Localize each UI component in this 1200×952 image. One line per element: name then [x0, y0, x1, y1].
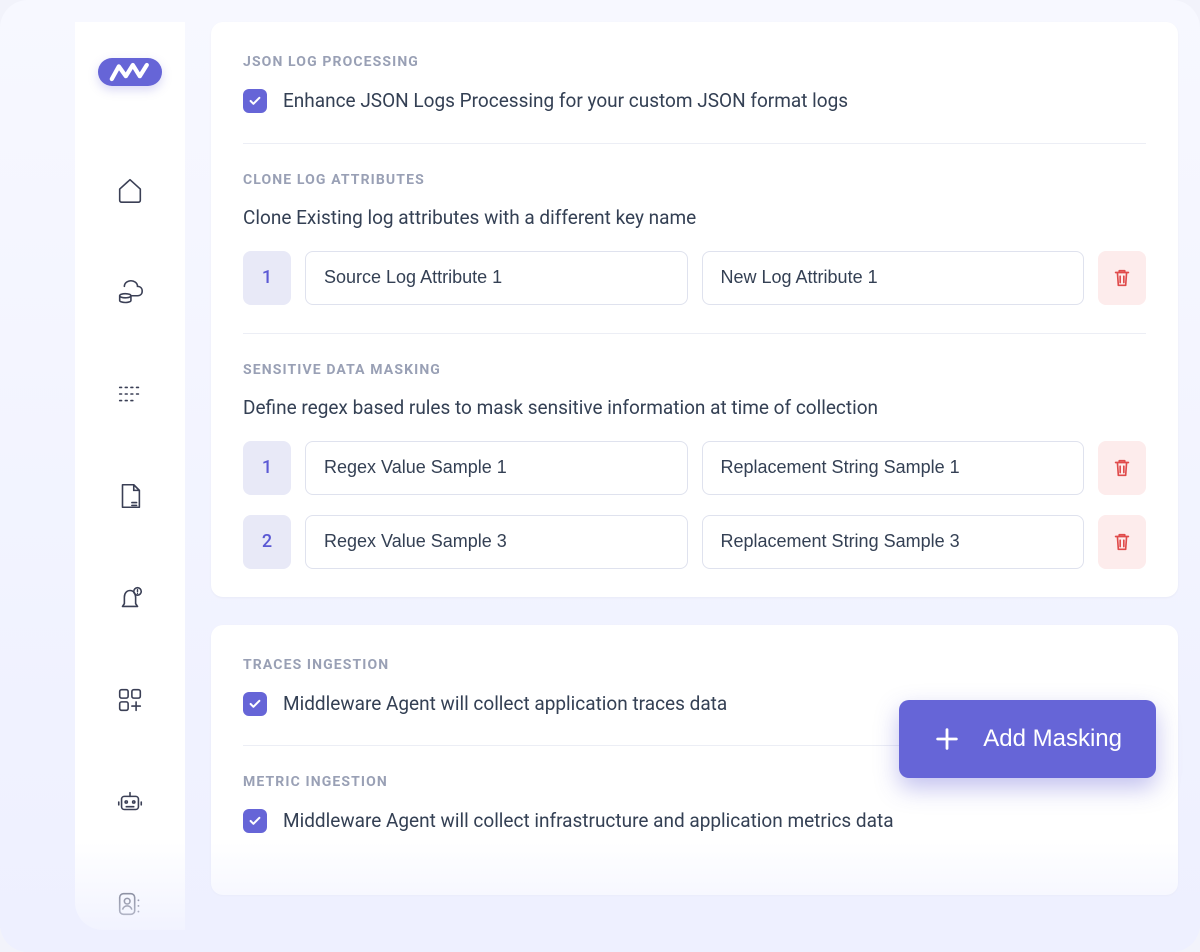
logo-icon	[109, 58, 151, 86]
trash-icon	[1111, 267, 1133, 289]
divider	[243, 333, 1146, 334]
traces-check-label: Middleware Agent will collect applicatio…	[283, 691, 727, 718]
clone-attrs-title: CLONE LOG ATTRIBUTES	[243, 172, 1146, 188]
nav-bot[interactable]	[98, 770, 162, 834]
target-attribute-input[interactable]	[702, 251, 1085, 305]
check-icon	[248, 814, 262, 828]
main-content: JSON LOG PROCESSING Enhance JSON Logs Pr…	[185, 0, 1200, 952]
regex-input[interactable]	[305, 515, 688, 569]
robot-icon	[115, 787, 145, 817]
plus-icon	[933, 725, 961, 753]
sidebar-nav	[98, 158, 162, 952]
home-icon	[115, 175, 145, 205]
json-log-check-label: Enhance JSON Logs Processing for your cu…	[283, 88, 848, 115]
nav-home[interactable]	[98, 158, 162, 222]
bell-alert-icon	[115, 583, 145, 613]
widget-add-icon	[115, 685, 145, 715]
trash-icon	[1111, 457, 1133, 479]
log-settings-card: JSON LOG PROCESSING Enhance JSON Logs Pr…	[211, 22, 1178, 597]
traces-title: TRACES INGESTION	[243, 657, 1146, 673]
clone-attr-row: 1	[243, 251, 1146, 305]
add-masking-label: Add Masking	[983, 725, 1122, 753]
file-icon	[115, 481, 145, 511]
json-log-checkbox[interactable]	[243, 89, 267, 113]
replacement-input[interactable]	[702, 441, 1085, 495]
coins-cloud-icon	[115, 277, 145, 307]
masking-row: 2	[243, 515, 1146, 569]
delete-row-button[interactable]	[1098, 251, 1146, 305]
traces-checkbox[interactable]	[243, 692, 267, 716]
divider	[243, 143, 1146, 144]
row-index: 1	[243, 251, 291, 305]
masking-rows: 1 2	[243, 441, 1146, 569]
row-index: 2	[243, 515, 291, 569]
masking-subtitle: Define regex based rules to mask sensiti…	[243, 396, 1146, 419]
check-icon	[248, 94, 262, 108]
user-track-icon	[115, 889, 145, 919]
regex-input[interactable]	[305, 441, 688, 495]
metrics-check-row: Middleware Agent will collect infrastruc…	[243, 808, 1146, 835]
nav-list[interactable]	[98, 362, 162, 426]
nav-alert[interactable]	[98, 566, 162, 630]
add-masking-button[interactable]: Add Masking	[899, 700, 1156, 778]
check-icon	[248, 697, 262, 711]
delete-row-button[interactable]	[1098, 515, 1146, 569]
masking-title: SENSITIVE DATA MASKING	[243, 362, 1146, 378]
delete-row-button[interactable]	[1098, 441, 1146, 495]
nav-file[interactable]	[98, 464, 162, 528]
sidebar	[75, 22, 185, 930]
json-log-check-row: Enhance JSON Logs Processing for your cu…	[243, 88, 1146, 115]
app-frame: JSON LOG PROCESSING Enhance JSON Logs Pr…	[0, 0, 1200, 952]
json-log-title: JSON LOG PROCESSING	[243, 54, 1146, 70]
clone-attrs-rows: 1	[243, 251, 1146, 305]
clone-attrs-subtitle: Clone Existing log attributes with a dif…	[243, 206, 1146, 229]
nav-widgets[interactable]	[98, 668, 162, 732]
replacement-input[interactable]	[702, 515, 1085, 569]
masking-row: 1	[243, 441, 1146, 495]
app-logo[interactable]	[98, 58, 162, 86]
trash-icon	[1111, 531, 1133, 553]
metrics-check-label: Middleware Agent will collect infrastruc…	[283, 808, 894, 835]
nav-database[interactable]	[98, 260, 162, 324]
nav-user-session[interactable]	[98, 872, 162, 936]
metrics-checkbox[interactable]	[243, 809, 267, 833]
source-attribute-input[interactable]	[305, 251, 688, 305]
row-index: 1	[243, 441, 291, 495]
list-icon	[115, 379, 145, 409]
